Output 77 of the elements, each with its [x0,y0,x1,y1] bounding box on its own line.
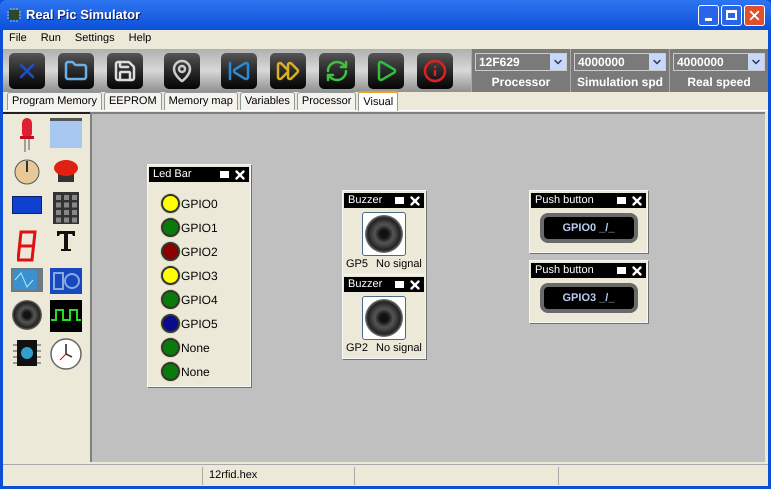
close-icon[interactable] [408,278,422,292]
fast-forward-button[interactable] [270,52,306,88]
led-label: GPIO5 [181,316,218,332]
text-icon[interactable] [56,230,76,252]
info-button[interactable] [417,52,453,88]
push-button-icon[interactable] [52,158,80,184]
save-icon [113,58,137,82]
folder-icon [64,58,88,82]
dropdown[interactable]: 12F629 [475,53,567,71]
dropdown-label: Processor [492,74,550,91]
skip-back-button[interactable] [221,52,257,88]
shapes-icon[interactable] [50,268,82,294]
close-icon[interactable] [408,194,422,208]
pin-label: GP5 [346,257,368,272]
led-label: GPIO3 [181,268,218,284]
widget-title: Buzzer [348,279,384,290]
info-icon [423,58,447,82]
close-file-button[interactable] [9,52,45,88]
tab[interactable]: Processor [296,92,356,110]
led-icon[interactable] [18,118,35,152]
dropdown[interactable]: 4000000 [574,53,666,71]
menu-item[interactable]: File [9,30,27,47]
push-button[interactable]: GPIO0 _/_ [540,213,638,243]
close-button[interactable] [744,4,765,26]
keypad-icon[interactable] [53,192,80,224]
clock-icon[interactable] [50,338,82,370]
tab[interactable]: Variables [240,92,295,110]
led-label: GPIO4 [181,292,218,308]
window-icon[interactable] [50,118,82,148]
status-text: 12rfid.hex [209,468,258,484]
reload-button[interactable] [319,52,355,88]
chip-icon[interactable] [12,338,42,368]
pin-label: GP2 [346,341,368,356]
seven-segment-icon[interactable] [16,230,37,262]
close-icon[interactable] [630,194,644,208]
widget-title: Buzzer [348,195,384,206]
tab[interactable]: Visual [358,91,398,111]
dropdown[interactable]: 4000000 [673,53,765,71]
dropdown-label: Simulation spd [576,74,663,91]
reload-icon [325,58,349,82]
speaker-icon[interactable] [12,300,42,330]
maximize-button[interactable] [721,4,742,26]
square-wave-icon[interactable] [50,300,82,332]
chip-icon [6,7,22,23]
speaker-icon[interactable] [362,296,406,340]
close-icon[interactable] [630,264,644,278]
window-title: Real Pic Simulator [26,6,142,24]
led-label: GPIO0 [181,196,218,212]
signal-label: No signal [376,341,422,356]
knob-icon[interactable] [12,158,41,186]
fast-forward-icon [276,58,300,82]
menu-item[interactable]: Run [40,30,61,47]
signal-label: No signal [376,257,422,272]
close-icon[interactable] [233,168,247,182]
widget-title: Push button [535,265,595,276]
push-button[interactable]: GPIO3 _/_ [540,283,638,313]
skip-back-icon [227,58,251,82]
minimize-button[interactable] [698,4,719,26]
play-button[interactable] [368,52,404,88]
folder-button[interactable] [58,52,94,88]
pin-icon [170,58,194,82]
led-label: GPIO1 [181,220,218,236]
menu-item[interactable]: Settings [74,30,115,47]
led-label: GPIO2 [181,244,218,260]
pin-button[interactable] [164,52,200,88]
tab[interactable]: Program Memory [7,92,102,110]
menu-item[interactable]: Help [128,30,152,47]
tab[interactable]: EEPROM [104,92,162,110]
widget-title: Push button [535,195,595,206]
led-label: None [181,340,210,356]
led-label: None [181,364,210,380]
tab[interactable]: Memory map [164,92,238,110]
speaker-icon[interactable] [362,212,406,256]
widget-title: Led Bar [153,169,193,180]
oscilloscope-icon[interactable] [10,268,43,292]
dropdown-label: Real speed [687,74,751,91]
save-button[interactable] [107,52,143,88]
